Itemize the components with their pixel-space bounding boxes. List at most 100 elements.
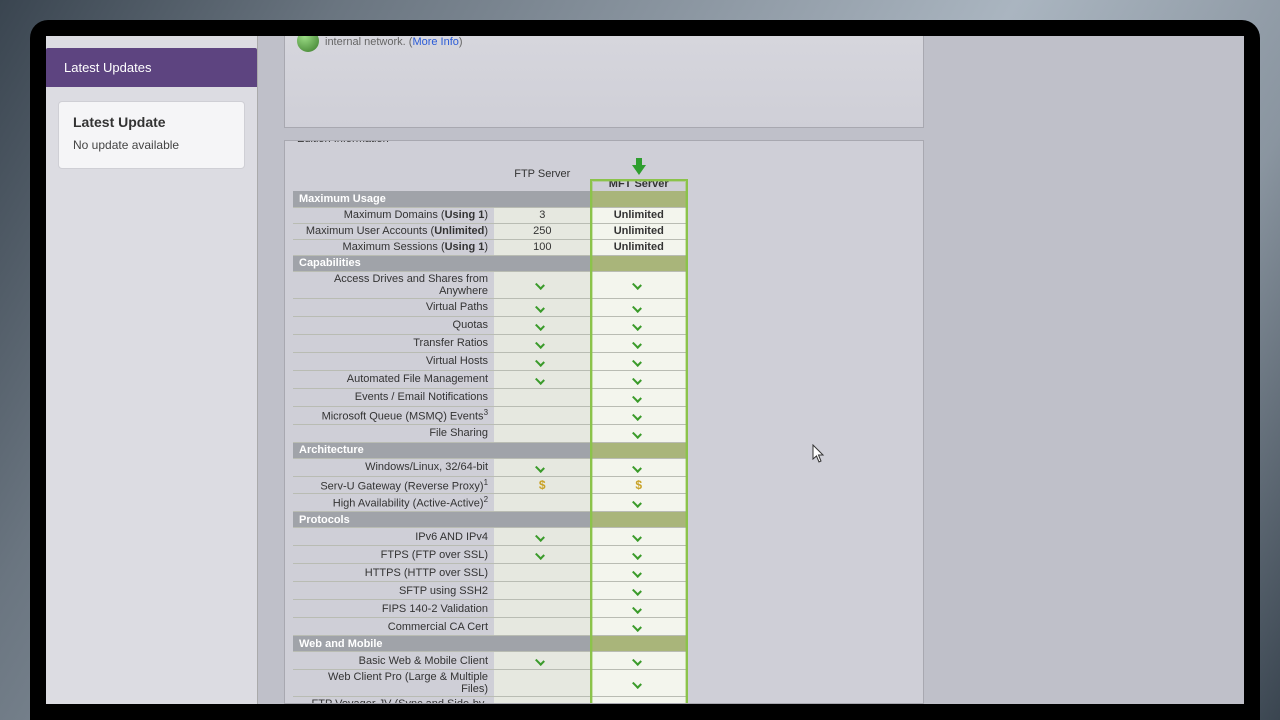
section-header-row: Web and Mobile	[293, 636, 687, 652]
row-label: Transfer Ratios	[293, 334, 494, 352]
app-window: Latest Updates Latest Update No update a…	[46, 36, 1244, 704]
row-label: Basic Web & Mobile Client	[293, 652, 494, 670]
mft-cell	[591, 564, 688, 582]
section-header-row: Capabilities	[293, 255, 687, 271]
check-icon	[632, 426, 646, 438]
row-label: Serv-U Gateway (Reverse Proxy)1	[293, 476, 494, 494]
ftp-cell	[494, 670, 590, 697]
row-label: Virtual Hosts	[293, 352, 494, 370]
section-title: Capabilities	[293, 255, 591, 271]
row-label: FTPS (FTP over SSL)	[293, 546, 494, 564]
mft-cell	[591, 582, 688, 600]
check-icon	[535, 300, 549, 312]
table-row: Maximum Sessions (Using 1)100Unlimited	[293, 239, 687, 255]
check-icon	[632, 336, 646, 348]
ftp-cell	[494, 618, 590, 636]
ftp-cell	[494, 600, 590, 618]
edition-table: FTP Server MFT Server Maximum UsageMaxim…	[293, 157, 687, 704]
ftp-cell	[494, 316, 590, 334]
row-label: Maximum User Accounts (Unlimited)	[293, 223, 494, 239]
ftp-cell: 100	[494, 239, 590, 255]
row-label: Web Client Pro (Large & Multiple Files)	[293, 670, 494, 697]
mft-cell	[591, 388, 688, 406]
ftp-cell	[494, 458, 590, 476]
monitor-bezel: Latest Updates Latest Update No update a…	[30, 20, 1260, 720]
check-icon	[535, 372, 549, 384]
table-row: Access Drives and Shares from Anywhere	[293, 271, 687, 298]
table-row: FIPS 140-2 Validation	[293, 600, 687, 618]
table-row: HTTPS (HTTP over SSL)	[293, 564, 687, 582]
row-label: Quotas	[293, 316, 494, 334]
gateway-text-prefix: internal network. (	[325, 36, 412, 48]
arrow-down-icon	[632, 165, 646, 175]
content-column: internal network. (More Info) Edition In…	[284, 36, 924, 704]
mft-cell	[591, 334, 688, 352]
check-icon	[632, 300, 646, 312]
check-icon	[632, 703, 646, 704]
ftp-cell	[494, 564, 590, 582]
ftp-cell	[494, 370, 590, 388]
row-label: Virtual Paths	[293, 298, 494, 316]
dollar-icon: $	[635, 478, 642, 492]
mft-cell	[591, 670, 688, 697]
row-label: Automated File Management	[293, 370, 494, 388]
table-row: FTPS (FTP over SSL)	[293, 546, 687, 564]
ftp-cell	[494, 271, 590, 298]
mft-cell	[591, 494, 688, 512]
table-row: Virtual Hosts	[293, 352, 687, 370]
table-row: Windows/Linux, 32/64-bit	[293, 458, 687, 476]
row-label: Commercial CA Cert	[293, 618, 494, 636]
check-icon	[632, 547, 646, 559]
row-label: Events / Email Notifications	[293, 388, 494, 406]
more-info-link[interactable]: More Info	[412, 36, 458, 48]
card-title: Latest Update	[73, 114, 230, 130]
ftp-cell	[494, 388, 590, 406]
mft-cell	[591, 600, 688, 618]
ftp-cell	[494, 334, 590, 352]
check-icon	[535, 460, 549, 472]
ftp-cell: 3	[494, 207, 590, 223]
section-title: Web and Mobile	[293, 636, 591, 652]
table-row: High Availability (Active-Active)2	[293, 494, 687, 512]
table-row: Web Client Pro (Large & Multiple Files)	[293, 670, 687, 697]
mft-cell	[591, 618, 688, 636]
mft-cell	[591, 458, 688, 476]
mft-cell	[591, 546, 688, 564]
main-area: internal network. (More Info) Edition In…	[258, 36, 1244, 704]
column-ftp-header: FTP Server	[494, 157, 590, 191]
row-label: File Sharing	[293, 424, 494, 442]
sidebar: Latest Updates Latest Update No update a…	[46, 36, 258, 704]
section-title: Protocols	[293, 512, 591, 528]
ftp-cell	[494, 582, 590, 600]
check-icon	[535, 547, 549, 559]
mft-cell	[591, 298, 688, 316]
check-icon	[632, 583, 646, 595]
mft-cell	[591, 352, 688, 370]
mft-cell	[591, 271, 688, 298]
check-icon	[632, 565, 646, 577]
ftp-cell	[494, 352, 590, 370]
row-label: IPv6 AND IPv4	[293, 528, 494, 546]
column-mft-header: MFT Server	[591, 157, 688, 191]
check-icon	[632, 529, 646, 541]
ftp-cell	[494, 697, 590, 704]
check-icon	[632, 277, 646, 289]
gateway-text-suffix: )	[459, 36, 463, 48]
section-header-row: Architecture	[293, 442, 687, 458]
check-icon	[535, 336, 549, 348]
dollar-icon: $	[539, 478, 546, 492]
table-row: Events / Email Notifications	[293, 388, 687, 406]
row-label: Maximum Sessions (Using 1)	[293, 239, 494, 255]
ftp-cell	[494, 528, 590, 546]
table-row: Automated File Management	[293, 370, 687, 388]
check-icon	[632, 354, 646, 366]
ftp-cell	[494, 406, 590, 424]
column-mft-label: MFT Server	[609, 178, 669, 190]
sidebar-header: Latest Updates	[46, 48, 257, 87]
row-label: FIPS 140-2 Validation	[293, 600, 494, 618]
table-row: Microsoft Queue (MSMQ) Events3	[293, 406, 687, 424]
check-icon	[632, 653, 646, 665]
mft-cell: Unlimited	[591, 239, 688, 255]
mft-cell	[591, 652, 688, 670]
row-label: Maximum Domains (Using 1)	[293, 207, 494, 223]
